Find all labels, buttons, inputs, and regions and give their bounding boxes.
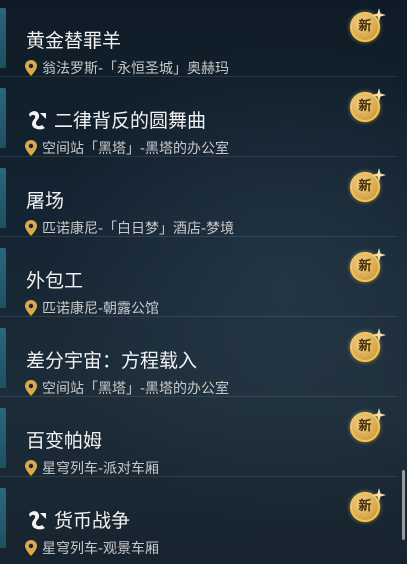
sparkle-icon	[372, 88, 386, 102]
quest-title: 黄金替罪羊	[26, 26, 121, 53]
quest-row[interactable]: 货币战争 星穹列车-观景车厢 新	[0, 480, 396, 558]
map-pin-icon	[25, 460, 37, 476]
sparkle-icon	[372, 248, 386, 262]
quest-title: 差分宇宙：方程载入	[26, 346, 197, 373]
sparkle-icon	[372, 488, 386, 502]
map-pin-icon	[25, 540, 37, 556]
new-badge-icon: 新	[350, 408, 386, 444]
quest-row[interactable]: 黄金替罪羊 翁法罗斯-「永恒圣城」奥赫玛 新	[0, 0, 396, 77]
quest-title: 百变帕姆	[26, 426, 102, 453]
map-pin-icon	[25, 220, 37, 236]
map-pin-icon	[25, 300, 37, 316]
quest-title: 外包工	[26, 266, 83, 293]
quest-location: 空间站「黑塔」-黑塔的办公室	[25, 378, 229, 398]
quest-location-text: 匹诺康尼-「白日梦」酒店-梦境	[42, 221, 235, 237]
map-pin-icon	[25, 140, 37, 156]
quest-title-text: 货币战争	[54, 510, 131, 532]
quest-location: 星穹列车-派对车厢	[25, 458, 159, 478]
map-pin-icon	[25, 60, 37, 76]
quest-location-text: 空间站「黑塔」-黑塔的办公室	[42, 381, 230, 397]
quest-title: 屠场	[26, 186, 64, 213]
new-badge-icon: 新	[350, 328, 386, 364]
quest-location-text: 空间站「黑塔」-黑塔的办公室	[42, 141, 230, 157]
quest-row[interactable]: 屠场 匹诺康尼-「白日梦」酒店-梦境 新	[0, 160, 396, 237]
quest-row[interactable]: 二律背反的圆舞曲 空间站「黑塔」-黑塔的办公室 新	[0, 80, 396, 157]
quest-title-text: 屠场	[26, 190, 65, 212]
quest-location-text: 星穹列车-派对车厢	[42, 461, 160, 477]
quest-row[interactable]: 差分宇宙：方程载入 空间站「黑塔」-黑塔的办公室 新	[0, 320, 396, 397]
new-badge-icon: 新	[350, 248, 386, 284]
sparkle-icon	[372, 408, 386, 422]
quest-title-text: 黄金替罪羊	[26, 30, 122, 52]
quest-location-text: 翁法罗斯-「永恒圣城」奥赫玛	[42, 61, 230, 77]
new-badge-icon: 新	[350, 8, 386, 44]
quest-row[interactable]: 百变帕姆 星穹列车-派对车厢 新	[0, 400, 396, 477]
quest-location: 星穹列车-观景车厢	[25, 538, 159, 558]
sparkle-icon	[372, 168, 386, 182]
map-pin-icon	[25, 380, 37, 396]
new-badge-icon: 新	[350, 168, 386, 204]
quest-location: 匹诺康尼-「白日梦」酒店-梦境	[25, 218, 234, 238]
scrollbar[interactable]	[402, 470, 405, 540]
quest-title-text: 二律背反的圆舞曲	[54, 110, 207, 132]
quest-list-panel: 黄金替罪羊 翁法罗斯-「永恒圣城」奥赫玛 新 二律背反的圆舞曲 空间站「黑塔」-…	[0, 0, 407, 564]
quest-title-text: 百变帕姆	[26, 430, 103, 452]
quest-puzzle-icon	[29, 510, 46, 529]
quest-location-text: 星穹列车-观景车厢	[42, 541, 160, 557]
sparkle-icon	[372, 328, 386, 342]
quest-location: 空间站「黑塔」-黑塔的办公室	[25, 138, 229, 158]
quest-row[interactable]: 外包工 匹诺康尼-朝露公馆 新	[0, 240, 396, 317]
quest-puzzle-icon	[29, 110, 46, 129]
new-badge-icon: 新	[350, 88, 386, 124]
new-badge-icon: 新	[350, 488, 386, 524]
sparkle-icon	[372, 8, 386, 22]
quest-title: 货币战争	[26, 506, 130, 533]
quest-title: 二律背反的圆舞曲	[26, 106, 206, 133]
quest-title-text: 差分宇宙：方程载入	[26, 350, 198, 372]
quest-location-text: 匹诺康尼-朝露公馆	[42, 301, 160, 317]
quest-location: 翁法罗斯-「永恒圣城」奥赫玛	[25, 58, 229, 78]
quest-location: 匹诺康尼-朝露公馆	[25, 298, 159, 318]
quest-title-text: 外包工	[26, 270, 84, 292]
